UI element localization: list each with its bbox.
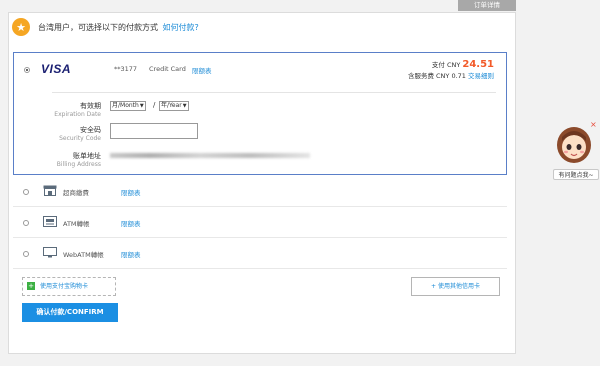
- credit-card-option[interactable]: VISA **3177 Credit Card 限额表 支付 CNY 24.51 …: [13, 52, 507, 175]
- card-number: **3177: [114, 65, 138, 73]
- plus-icon: +: [27, 282, 35, 290]
- order-details-tab[interactable]: 订单详情: [458, 0, 516, 11]
- method-radio[interactable]: [23, 251, 29, 257]
- chevron-down-icon: ▼: [139, 103, 144, 109]
- other-card-button[interactable]: + 使用其他信用卡: [411, 277, 500, 296]
- header-text: 台湾用户，可选择以下的付款方式 如何付款?: [38, 22, 199, 33]
- expiry-label: 有效期 Expiration Date: [19, 101, 101, 118]
- alipay-cart-button[interactable]: + 使用支付宝购物卡: [22, 277, 116, 296]
- expiry-month-value: 月/Month: [112, 102, 139, 109]
- card-divider: [52, 92, 496, 93]
- method-row-atm[interactable]: ATM轉帳 限额表: [13, 208, 507, 238]
- card-radio[interactable]: [24, 67, 30, 73]
- method-row-webatm[interactable]: WebATM轉帳 限额表: [13, 239, 507, 269]
- pay-amount: 24.51: [462, 59, 494, 70]
- pay-amount-row: 支付 CNY 24.51: [432, 59, 494, 70]
- method-limit-link[interactable]: 限额表: [121, 218, 141, 228]
- card-limit-link[interactable]: 限额表: [192, 65, 212, 75]
- security-code-label: 安全码 Security Code: [19, 125, 101, 142]
- alipay-cart-label: 使用支付宝购物卡: [40, 283, 89, 290]
- method-name: 超商繳費: [63, 189, 89, 197]
- billing-label-en: Billing Address: [56, 161, 101, 168]
- expiry-label-en: Expiration Date: [54, 111, 101, 118]
- blurred-billing-address: [110, 153, 310, 158]
- security-label-en: Security Code: [59, 135, 101, 142]
- expiry-separator: /: [153, 101, 156, 109]
- pay-label: 支付 CNY: [431, 61, 461, 69]
- security-label-cn: 安全码: [80, 126, 101, 134]
- expiry-year-select[interactable]: 年/Year▼: [159, 101, 189, 111]
- method-row-convenience-store[interactable]: 超商繳費 限额表: [13, 177, 507, 207]
- store-icon: [43, 185, 57, 199]
- monitor-icon: [43, 247, 57, 261]
- service-fee-row: 含服务费 CNY 0.71 交易细则: [408, 70, 494, 80]
- fee-label: 含服务费 CNY 0.71: [407, 72, 466, 80]
- method-limit-link[interactable]: 限额表: [121, 249, 141, 259]
- security-code-input[interactable]: [110, 123, 198, 139]
- chevron-down-icon: ▼: [182, 103, 187, 109]
- transaction-details-link[interactable]: 交易细则: [468, 72, 494, 80]
- confirm-button[interactable]: 确认付款/CONFIRM: [22, 303, 118, 322]
- method-radio[interactable]: [23, 220, 29, 226]
- other-card-label: 使用其他信用卡: [437, 283, 480, 290]
- header-message: 台湾用户，可选择以下的付款方式: [38, 23, 158, 32]
- payment-header: ★ 台湾用户，可选择以下的付款方式 如何付款?: [8, 18, 508, 40]
- yellow-coin-icon: ★: [12, 18, 30, 36]
- plus-icon: +: [431, 283, 437, 290]
- method-radio[interactable]: [23, 189, 29, 195]
- how-to-pay-link[interactable]: 如何付款?: [163, 23, 199, 32]
- helper-label[interactable]: 有问题点我~: [553, 169, 599, 180]
- billing-address-label: 账单地址 Billing Address: [19, 151, 101, 168]
- method-name: WebATM轉帳: [63, 251, 104, 259]
- billing-label-cn: 账单地址: [73, 152, 101, 160]
- method-name: ATM轉帳: [63, 220, 90, 228]
- expiry-month-select[interactable]: 月/Month▼: [110, 101, 146, 111]
- atm-icon: [43, 216, 57, 230]
- method-limit-link[interactable]: 限额表: [121, 187, 141, 197]
- helper-avatar[interactable]: [555, 125, 593, 166]
- expiry-year-value: 年/Year: [161, 102, 182, 109]
- expiry-label-cn: 有效期: [80, 102, 101, 110]
- card-type: Credit Card: [149, 65, 186, 73]
- visa-logo: VISA: [41, 62, 72, 76]
